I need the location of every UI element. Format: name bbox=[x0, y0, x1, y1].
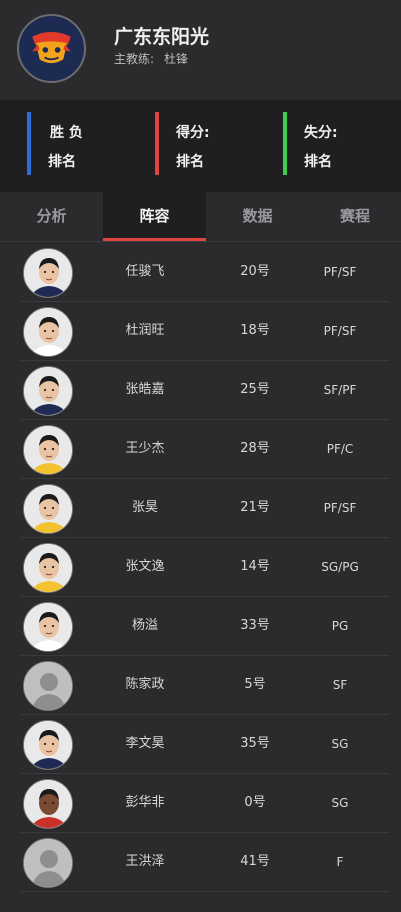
stat-points-against-label: 失分: bbox=[304, 125, 338, 141]
player-name: 张文逸 bbox=[125, 559, 165, 574]
tab-bar: 分析 阵容 数据 赛程 bbox=[0, 192, 401, 242]
player-number: 0号 bbox=[244, 795, 266, 810]
player-name: 任骏飞 bbox=[125, 264, 165, 279]
stat-points-for-label: 得分: bbox=[176, 125, 210, 141]
roster-row[interactable]: 王洪泽 41号 F bbox=[0, 833, 401, 892]
player-name: 李文昊 bbox=[125, 736, 165, 751]
avatar-placeholder-icon bbox=[23, 661, 73, 711]
player-name: 张皓嘉 bbox=[125, 382, 165, 397]
roster-row[interactable]: 杜润旺 18号 PF/SF bbox=[0, 302, 401, 361]
roster-row[interactable]: 张皓嘉 25号 SF/PF bbox=[0, 361, 401, 420]
tab-roster[interactable]: 阵容 bbox=[103, 192, 206, 241]
roster-row[interactable]: 李文昊 35号 SG bbox=[0, 715, 401, 774]
stat-bar bbox=[27, 112, 31, 175]
player-number: 18号 bbox=[240, 323, 270, 338]
player-position: PF/C bbox=[326, 442, 354, 456]
stat-record-rank: 排名 bbox=[48, 154, 76, 170]
roster-row[interactable]: 任骏飞 20号 PF/SF bbox=[0, 243, 401, 302]
player-position: SG/PG bbox=[321, 560, 359, 574]
player-number: 5号 bbox=[244, 677, 266, 692]
player-number: 41号 bbox=[240, 854, 270, 869]
stat-points-against-rank: 排名 bbox=[304, 154, 332, 170]
stat-record-label: 胜 负 bbox=[50, 125, 83, 141]
roster-list: 任骏飞 20号 PF/SF 杜润旺 18号 PF/SF 张皓嘉 25号 SF/PF 王少杰 28号 P… bbox=[0, 243, 401, 892]
player-avatar bbox=[23, 248, 73, 298]
player-number: 33号 bbox=[240, 618, 270, 633]
player-position: PF/SF bbox=[323, 324, 357, 338]
tab-schedule[interactable]: 赛程 bbox=[309, 192, 401, 241]
roster-row[interactable]: 杨溢 33号 PG bbox=[0, 597, 401, 656]
tab-analysis[interactable]: 分析 bbox=[0, 192, 103, 241]
player-avatar bbox=[23, 602, 73, 652]
player-name: 王少杰 bbox=[125, 441, 165, 456]
team-stats: 胜 负 排名 得分: 排名 失分: 排名 bbox=[0, 100, 401, 192]
stat-bar bbox=[283, 112, 287, 175]
player-position: F bbox=[336, 855, 344, 869]
player-name: 张昊 bbox=[131, 500, 158, 515]
player-position: PF/SF bbox=[323, 265, 357, 279]
avatar-placeholder-icon bbox=[23, 838, 73, 888]
player-name: 王洪泽 bbox=[125, 854, 165, 869]
team-name: 广东东阳光 bbox=[114, 26, 210, 48]
player-position: SG bbox=[331, 737, 349, 751]
player-avatar bbox=[23, 366, 73, 416]
player-position: PG bbox=[331, 619, 349, 633]
player-position: PF/SF bbox=[323, 501, 357, 515]
coach-name: 杜锋 bbox=[164, 52, 189, 66]
stat-bar bbox=[155, 112, 159, 175]
player-number: 35号 bbox=[240, 736, 270, 751]
player-name: 陈家政 bbox=[125, 677, 165, 692]
roster-row[interactable]: 王少杰 28号 PF/C bbox=[0, 420, 401, 479]
player-avatar bbox=[23, 779, 73, 829]
team-logo bbox=[17, 14, 86, 83]
player-position: SF bbox=[332, 678, 348, 692]
player-number: 21号 bbox=[240, 500, 270, 515]
player-avatar bbox=[23, 720, 73, 770]
roster-row[interactable]: 张昊 21号 PF/SF bbox=[0, 479, 401, 538]
player-position: SG bbox=[331, 796, 349, 810]
player-number: 25号 bbox=[240, 382, 270, 397]
stat-points-for-rank: 排名 bbox=[176, 154, 204, 170]
player-number: 14号 bbox=[240, 559, 270, 574]
player-avatar bbox=[23, 543, 73, 593]
player-name: 杜润旺 bbox=[125, 323, 165, 338]
roster-row[interactable]: 彭华非 0号 SG bbox=[0, 774, 401, 833]
roster-row[interactable]: 张文逸 14号 SG/PG bbox=[0, 538, 401, 597]
player-avatar bbox=[23, 307, 73, 357]
tab-data[interactable]: 数据 bbox=[206, 192, 309, 241]
player-number: 20号 bbox=[240, 264, 270, 279]
player-avatar bbox=[23, 484, 73, 534]
player-name: 彭华非 bbox=[125, 795, 165, 810]
player-position: SF/PF bbox=[323, 383, 357, 397]
coach-info: 主教练: 杜锋 bbox=[114, 50, 188, 67]
roster-row[interactable]: 陈家政 5号 SF bbox=[0, 656, 401, 715]
coach-label: 主教练: bbox=[114, 52, 155, 66]
team-header: 广东东阳光 主教练: 杜锋 bbox=[0, 0, 401, 100]
player-number: 28号 bbox=[240, 441, 270, 456]
player-avatar bbox=[23, 425, 73, 475]
player-name: 杨溢 bbox=[131, 618, 158, 633]
